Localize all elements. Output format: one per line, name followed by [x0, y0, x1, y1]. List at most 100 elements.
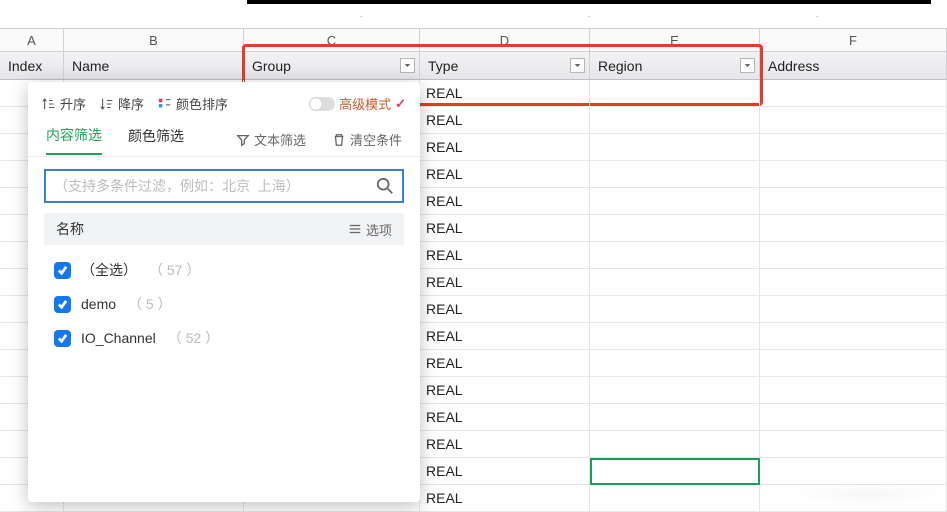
- grid-cell[interactable]: [760, 296, 947, 322]
- grid-cell[interactable]: REAL: [420, 215, 590, 241]
- grid-cell[interactable]: REAL: [420, 458, 590, 484]
- grid-cell[interactable]: [760, 269, 947, 295]
- grid-cell[interactable]: [590, 350, 760, 376]
- column-letter-header: A B C D E F: [0, 28, 947, 52]
- chevron-down-icon: [574, 62, 581, 69]
- grid-cell[interactable]: REAL: [420, 485, 590, 511]
- col-C[interactable]: C: [244, 29, 420, 51]
- col-E[interactable]: E: [590, 29, 760, 51]
- grid-cell[interactable]: REAL: [420, 107, 590, 133]
- grid-cell[interactable]: [760, 458, 947, 484]
- field-name[interactable]: Name: [64, 52, 244, 79]
- checkbox-checked-icon[interactable]: [54, 262, 71, 279]
- text-filter-label: 文本筛选: [254, 130, 306, 149]
- filter-checklist-item[interactable]: IO_Channel （ 52 ）: [44, 321, 404, 355]
- checklist-item-count: （ 57 ）: [149, 260, 200, 280]
- field-address-label: Address: [768, 58, 819, 74]
- grid-cell[interactable]: [590, 134, 760, 160]
- field-index[interactable]: Index: [0, 52, 64, 79]
- grid-cell[interactable]: REAL: [420, 404, 590, 430]
- grid-cell[interactable]: [590, 458, 760, 484]
- grid-cell[interactable]: REAL: [420, 242, 590, 268]
- grid-cell[interactable]: REAL: [420, 377, 590, 403]
- group-filter-dropdown[interactable]: [400, 58, 415, 73]
- filter-search-input[interactable]: [54, 178, 376, 194]
- grid-cell[interactable]: [590, 215, 760, 241]
- grid-cell[interactable]: [590, 296, 760, 322]
- grid-cell[interactable]: [590, 269, 760, 295]
- clear-conditions-button[interactable]: 清空条件: [332, 130, 402, 149]
- grid-cell[interactable]: [590, 431, 760, 457]
- checklist-item-count: （ 52 ）: [168, 328, 219, 348]
- advanced-mode-toggle[interactable]: 高级模式 ✓: [309, 94, 406, 113]
- tab-color-filter[interactable]: 颜色筛选: [128, 126, 184, 154]
- grid-cell[interactable]: [590, 188, 760, 214]
- filter-list-options-button[interactable]: 选项: [348, 220, 392, 239]
- grid-cell[interactable]: [760, 323, 947, 349]
- filter-checklist-item[interactable]: （全选） （ 57 ）: [44, 253, 404, 287]
- col-B[interactable]: B: [64, 29, 244, 51]
- col-D[interactable]: D: [420, 29, 590, 51]
- tab-content-filter[interactable]: 内容筛选: [46, 125, 102, 155]
- filter-list-header-label: 名称: [56, 219, 84, 239]
- sort-asc-label: 升序: [60, 94, 86, 113]
- checklist-item-count: （ 5 ）: [128, 294, 172, 314]
- checkbox-checked-icon[interactable]: [54, 296, 71, 313]
- grid-cell[interactable]: REAL: [420, 188, 590, 214]
- sort-desc-button[interactable]: 降序: [100, 94, 144, 113]
- toggle-switch-icon: [309, 97, 335, 111]
- field-address[interactable]: Address: [760, 52, 947, 79]
- sort-desc-label: 降序: [118, 94, 144, 113]
- sort-asc-button[interactable]: 升序: [42, 94, 86, 113]
- grid-cell[interactable]: REAL: [420, 80, 590, 106]
- grid-cell[interactable]: [590, 161, 760, 187]
- checklist-item-label: IO_Channel: [81, 330, 156, 346]
- grid-cell[interactable]: [590, 107, 760, 133]
- checkbox-checked-icon[interactable]: [54, 330, 71, 347]
- grid-cell[interactable]: REAL: [420, 431, 590, 457]
- col-A[interactable]: A: [0, 29, 64, 51]
- grid-cell[interactable]: [590, 242, 760, 268]
- grid-cell[interactable]: [760, 242, 947, 268]
- trash-icon: [332, 133, 346, 147]
- grid-cell[interactable]: [760, 161, 947, 187]
- grid-cell[interactable]: REAL: [420, 161, 590, 187]
- filter-checklist: （全选） （ 57 ） demo （ 5 ） IO_Channel （ 52 ）: [28, 245, 420, 363]
- grid-cell[interactable]: [760, 134, 947, 160]
- grid-cell[interactable]: REAL: [420, 296, 590, 322]
- field-region[interactable]: Region: [590, 52, 760, 79]
- grid-cell[interactable]: REAL: [420, 350, 590, 376]
- checklist-item-label: demo: [81, 296, 116, 312]
- grid-cell[interactable]: [590, 80, 760, 106]
- funnel-icon: [236, 133, 250, 147]
- drag-dots-row: ···: [247, 8, 931, 24]
- region-filter-dropdown[interactable]: [740, 58, 755, 73]
- chevron-down-icon: [404, 62, 411, 69]
- grid-cell[interactable]: [760, 404, 947, 430]
- type-filter-dropdown[interactable]: [570, 58, 585, 73]
- grid-cell[interactable]: [760, 431, 947, 457]
- grid-cell[interactable]: REAL: [420, 134, 590, 160]
- grid-cell[interactable]: [590, 323, 760, 349]
- grid-cell[interactable]: [590, 485, 760, 511]
- grid-cell[interactable]: [760, 188, 947, 214]
- text-filter-button[interactable]: 文本筛选: [236, 130, 306, 149]
- grid-cell[interactable]: [760, 107, 947, 133]
- grid-cell[interactable]: REAL: [420, 323, 590, 349]
- grid-cell[interactable]: [760, 80, 947, 106]
- grid-cell[interactable]: [590, 377, 760, 403]
- search-icon[interactable]: [376, 177, 394, 195]
- field-index-label: Index: [8, 58, 42, 74]
- grid-cell[interactable]: [760, 377, 947, 403]
- clear-conditions-label: 清空条件: [350, 130, 402, 149]
- color-sort-button[interactable]: 颜色排序: [158, 94, 228, 113]
- field-group[interactable]: Group: [244, 52, 420, 79]
- grid-cell[interactable]: [760, 215, 947, 241]
- grid-cell[interactable]: REAL: [420, 269, 590, 295]
- grid-cell[interactable]: [760, 350, 947, 376]
- col-F[interactable]: F: [760, 29, 947, 51]
- field-type[interactable]: Type: [420, 52, 590, 79]
- grid-cell[interactable]: [590, 404, 760, 430]
- new-badge-icon: ✓: [395, 96, 406, 112]
- filter-checklist-item[interactable]: demo （ 5 ）: [44, 287, 404, 321]
